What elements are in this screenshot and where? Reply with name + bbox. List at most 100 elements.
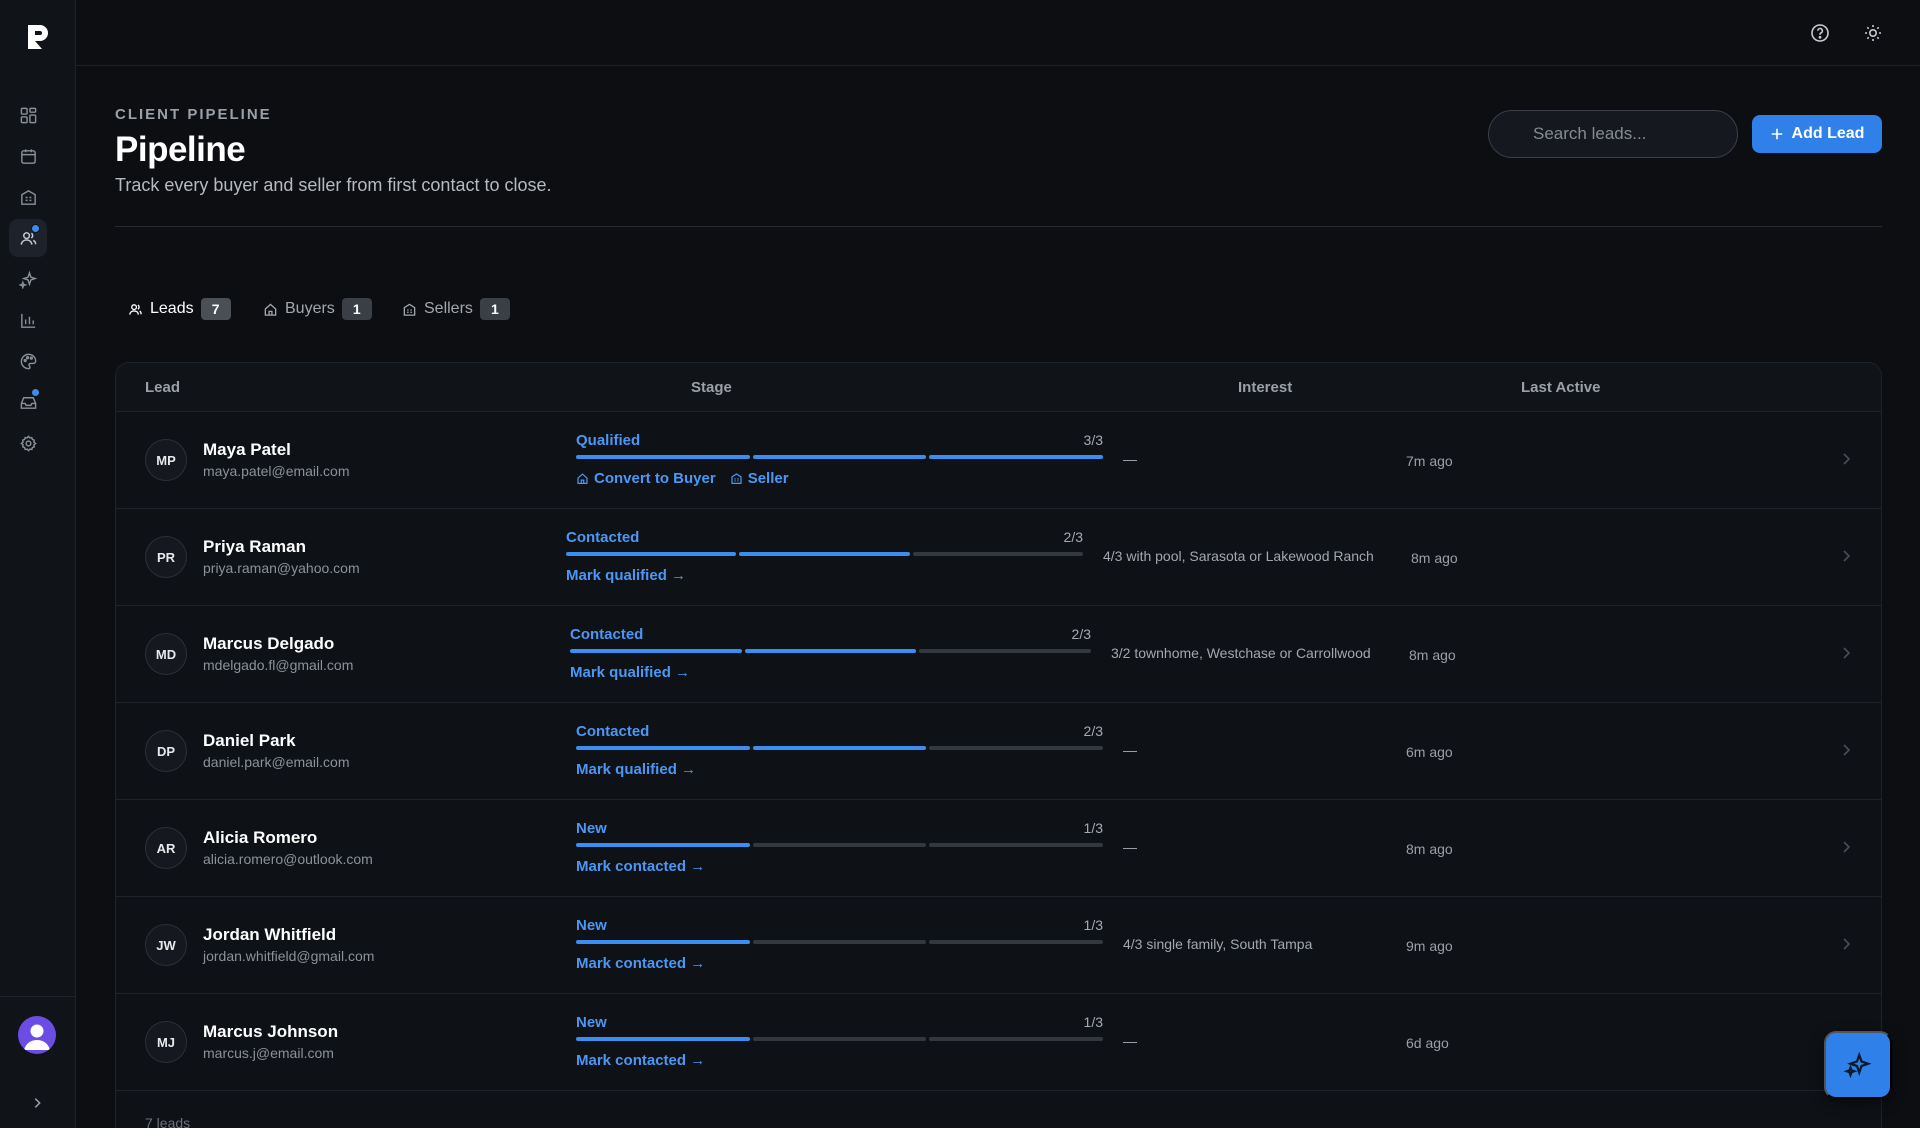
tab-label: Leads: [150, 300, 194, 317]
lead-initials-avatar: MJ: [145, 1021, 187, 1063]
user-avatar[interactable]: [18, 1016, 56, 1054]
nav-dashboard[interactable]: [9, 96, 47, 134]
tab-count-badge: 7: [200, 298, 231, 320]
chevron-right-icon[interactable]: [1838, 936, 1854, 952]
stage-actions: Mark qualified →: [576, 761, 696, 778]
last-active: 6m ago: [1406, 744, 1453, 760]
notification-dot: [31, 224, 40, 233]
nav-leads[interactable]: [9, 219, 47, 257]
sun-icon: [1865, 25, 1881, 41]
last-active: 8m ago: [1411, 550, 1458, 566]
dashboard-grid-icon: [20, 107, 36, 123]
stage-progress-segment: [570, 649, 742, 653]
action-label: Mark contacted →: [576, 955, 706, 972]
chevron-right-icon[interactable]: [1838, 451, 1854, 467]
stage-progress-bar: [576, 843, 1104, 847]
tab-count-badge: 1: [479, 298, 510, 320]
lead-name[interactable]: Marcus Johnson: [203, 1022, 338, 1042]
table-row[interactable]: AR Alicia Romero alicia.romero@outlook.c…: [116, 800, 1881, 897]
nav-branding[interactable]: [9, 342, 47, 380]
stage-actions: Mark qualified →: [570, 664, 690, 681]
help-button[interactable]: [1807, 20, 1833, 46]
chevron-right-icon[interactable]: [1838, 742, 1854, 758]
theme-toggle-button[interactable]: [1860, 20, 1886, 46]
table-row[interactable]: PR Priya Raman priya.raman@yahoo.com Con…: [116, 509, 1881, 606]
tab-buyers[interactable]: Buyers 1: [263, 296, 372, 322]
search-input[interactable]: [1488, 110, 1738, 158]
table-row[interactable]: JW Jordan Whitfield jordan.whitfield@gma…: [116, 897, 1881, 994]
lead-interest: 4/3 with pool, Sarasota or Lakewood Ranc…: [1103, 548, 1374, 564]
leads-table: Lead Stage Interest Last Active MP Maya …: [115, 362, 1882, 1128]
lead-name[interactable]: Marcus Delgado: [203, 634, 334, 654]
nav-ai[interactable]: [9, 260, 47, 298]
nav-settings[interactable]: [9, 424, 47, 462]
nav-calendar[interactable]: [9, 137, 47, 175]
convert-to-buyer-button[interactable]: Convert to Buyer: [576, 470, 716, 487]
nav-properties[interactable]: [9, 178, 47, 216]
last-active: 9m ago: [1406, 938, 1453, 954]
notification-dot: [31, 388, 40, 397]
lead-initials-avatar: AR: [145, 827, 187, 869]
brand-logo[interactable]: [24, 22, 52, 52]
stage-actions: Mark qualified →: [566, 567, 686, 584]
stage-progress-count: 2/3: [1083, 723, 1103, 739]
stage-progress-segment: [752, 940, 927, 944]
mark-qualified-button[interactable]: Mark qualified →: [576, 761, 696, 778]
lead-name[interactable]: Alicia Romero: [203, 828, 317, 848]
stage-progress-segment: [739, 552, 910, 556]
nav-analytics[interactable]: [9, 301, 47, 339]
chevron-right-icon[interactable]: [1838, 839, 1854, 855]
last-active: 6d ago: [1406, 1035, 1449, 1051]
mark-contacted-button[interactable]: Mark contacted →: [576, 1052, 705, 1069]
chevron-right-icon[interactable]: [1838, 548, 1854, 564]
stage-progress-segment: [576, 1037, 750, 1041]
topbar: [76, 0, 1920, 66]
table-row[interactable]: DP Daniel Park daniel.park@email.com Con…: [116, 703, 1881, 800]
stage-progress-segment: [576, 940, 750, 944]
mark-qualified-button[interactable]: Mark qualified →: [570, 664, 690, 681]
tab-sellers[interactable]: Sellers 1: [402, 296, 510, 322]
chevron-right-icon[interactable]: [1838, 645, 1854, 661]
table-row[interactable]: MD Marcus Delgado mdelgado.fl@gmail.com …: [116, 606, 1881, 703]
column-header-last-active: Last Active: [1521, 379, 1601, 396]
stage-label: Contacted: [570, 626, 644, 643]
lead-email: mdelgado.fl@gmail.com: [203, 657, 354, 673]
table-footer-count: 7 leads: [145, 1115, 191, 1128]
table-row[interactable]: MJ Marcus Johnson marcus.j@email.com New…: [116, 994, 1881, 1091]
mark-contacted-button[interactable]: Mark contacted →: [576, 955, 705, 972]
lead-name[interactable]: Daniel Park: [203, 731, 296, 751]
stage-progress-bar: [576, 1037, 1104, 1041]
tab-leads[interactable]: Leads 7: [128, 296, 231, 322]
ai-assistant-button[interactable]: [1824, 1031, 1892, 1099]
mark-contacted-button[interactable]: Mark contacted →: [576, 858, 705, 875]
nav-inbox[interactable]: [9, 383, 47, 421]
tab-count-badge: 1: [341, 298, 372, 320]
stage-cell: New 1/3 Mark contacted →: [576, 917, 1104, 977]
sparkles-icon: [18, 270, 37, 289]
plus-icon: [1771, 128, 1782, 140]
lead-email: alicia.romero@outlook.com: [203, 851, 373, 867]
action-label: Mark qualified →: [566, 567, 687, 584]
lead-email: maya.patel@email.com: [203, 463, 350, 479]
lead-name[interactable]: Priya Raman: [203, 537, 306, 557]
action-label: Mark contacted →: [576, 858, 706, 875]
lead-name[interactable]: Maya Patel: [203, 440, 291, 460]
lead-initials-avatar: MD: [145, 633, 187, 675]
stage-progress-count: 1/3: [1083, 1014, 1103, 1030]
lead-name[interactable]: Jordan Whitfield: [203, 925, 336, 945]
table-row[interactable]: MP Maya Patel maya.patel@email.com Quali…: [116, 412, 1881, 509]
table-header: Lead Stage Interest Last Active: [116, 363, 1881, 412]
stage-progress-segment: [576, 843, 750, 847]
mark-qualified-button[interactable]: Mark qualified →: [566, 567, 686, 584]
action-label: Seller: [747, 470, 789, 487]
expand-sidebar-button[interactable]: [24, 1090, 50, 1116]
add-lead-button[interactable]: Add Lead: [1752, 115, 1882, 153]
stage-label: New: [576, 820, 607, 837]
last-active: 8m ago: [1409, 647, 1456, 663]
lead-interest: —: [1123, 451, 1137, 467]
seller-button[interactable]: Seller: [730, 470, 789, 487]
users-icon: [129, 303, 142, 315]
help-circle-icon: [1811, 24, 1829, 42]
stage-progress-segment: [929, 940, 1104, 944]
lead-email: marcus.j@email.com: [203, 1045, 334, 1061]
